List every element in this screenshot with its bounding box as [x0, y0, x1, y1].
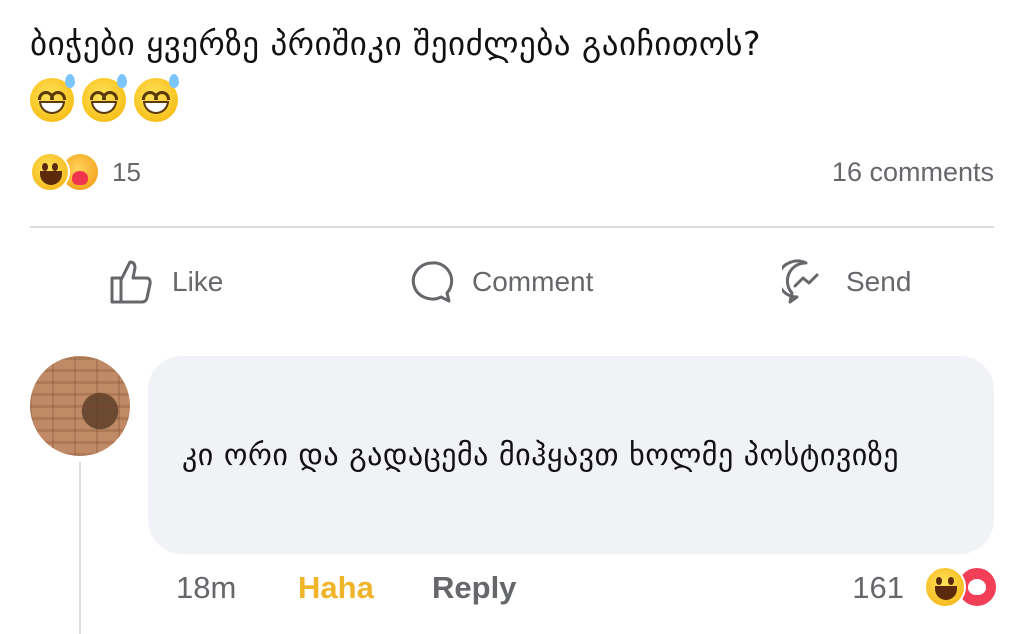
thumbs-up-icon [110, 260, 152, 304]
comment-label: Comment [472, 266, 594, 297]
like-button[interactable]: Like [108, 258, 223, 306]
haha-reaction-icon [924, 566, 966, 608]
like-label: Like [172, 266, 224, 297]
post-text: ბიჭები ყვერზე პრიშიკი შეიძლება გაიჩითოს? [30, 24, 762, 63]
comment-button[interactable]: Comment [408, 258, 593, 306]
thread-line [79, 462, 81, 634]
grinning-sweat-icon [82, 74, 127, 122]
commenter-avatar[interactable] [30, 356, 130, 456]
comment-reactions[interactable] [924, 566, 998, 608]
reactions-summary[interactable]: 15 [30, 152, 141, 192]
post-emoji-row [30, 74, 179, 122]
comment-haha-button[interactable]: Haha [298, 570, 374, 606]
comment-bubble: კი ორი და გადაცემა მიჰყავთ ხოლმე პოსტივი… [148, 356, 994, 554]
divider [30, 226, 994, 228]
comment-reaction-count[interactable]: 161 [852, 570, 904, 606]
haha-reaction-icon [30, 152, 70, 192]
comment-text: კი ორი და გადაცემა მიჰყავთ ხოლმე პოსტივი… [182, 438, 900, 473]
comment-time[interactable]: 18m [176, 570, 236, 606]
grinning-sweat-icon [134, 74, 179, 122]
send-label: Send [846, 266, 912, 297]
send-button[interactable]: Send [782, 258, 911, 306]
comments-count-link[interactable]: 16 comments [832, 157, 994, 188]
reaction-count: 15 [112, 156, 141, 187]
comment-reply-button[interactable]: Reply [432, 570, 516, 606]
comment-icon [411, 261, 454, 303]
grinning-sweat-icon [30, 74, 75, 122]
messenger-icon [782, 259, 819, 304]
